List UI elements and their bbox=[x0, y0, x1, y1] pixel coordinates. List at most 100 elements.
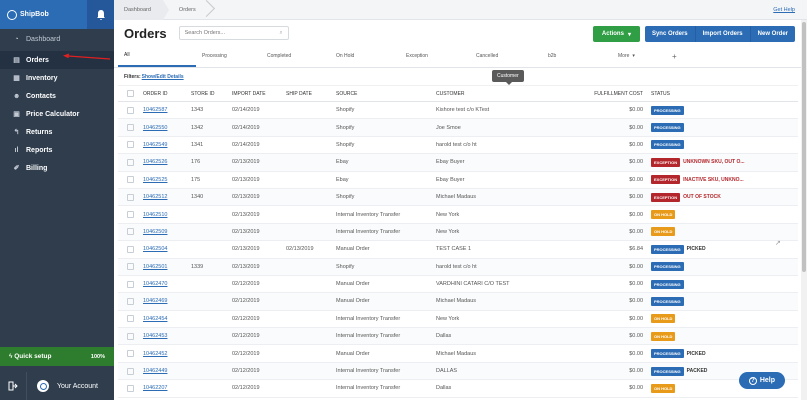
row-checkbox[interactable] bbox=[127, 367, 134, 375]
row-checkbox[interactable] bbox=[127, 350, 134, 358]
help-button[interactable]: ? Help bbox=[738, 372, 785, 389]
cell-order-id[interactable]: 10462526 bbox=[143, 153, 191, 172]
status-badge: PROCESSING bbox=[651, 262, 684, 272]
tab-completed[interactable]: Completed bbox=[261, 45, 330, 67]
breadcrumb-dashboard[interactable]: Dashboard bbox=[114, 0, 169, 20]
row-checkbox[interactable] bbox=[127, 280, 134, 288]
select-all-checkbox[interactable] bbox=[127, 90, 134, 97]
notifications-button[interactable] bbox=[87, 0, 114, 29]
row-checkbox[interactable] bbox=[127, 158, 134, 166]
table-row[interactable]: 10462452 02/12/2019 Manual Order Michael Ma… bbox=[118, 344, 798, 363]
cell-customer: Ebay Buyer bbox=[436, 171, 581, 189]
row-checkbox[interactable] bbox=[127, 315, 134, 323]
table-row[interactable]: 10462469 02/12/2019 Manual Order Michael Ma… bbox=[118, 292, 798, 311]
cell-order-id[interactable]: 10462510 bbox=[143, 205, 191, 224]
cell-order-id[interactable]: 10462453 bbox=[143, 327, 191, 346]
cell-order-id[interactable]: 10462525 bbox=[143, 171, 191, 189]
status-badge: ON HOLD bbox=[651, 383, 676, 393]
tab-processing[interactable]: Processing bbox=[196, 45, 261, 67]
table-row[interactable]: 10462510 02/13/2019 Internal Inventory Tra… bbox=[118, 205, 798, 224]
cell-order-id[interactable]: 10462512 bbox=[143, 188, 191, 207]
table-row[interactable]: 10462512 1340 02/13/2019 Shopify Michael Mad… bbox=[118, 188, 798, 207]
table-row[interactable]: 10462550 1342 02/14/2019 Shopify Joe Smoe $0.… bbox=[118, 118, 798, 137]
sidebar-item-inventory[interactable]: ▦ Inventory bbox=[0, 69, 114, 87]
column-header-order-id[interactable]: ORDER ID bbox=[143, 85, 191, 102]
table-row[interactable]: 10462526 176 02/13/2019 Ebay Ebay Buyer $0.00… bbox=[118, 153, 798, 172]
column-header-store-id[interactable]: STORE ID bbox=[191, 85, 232, 102]
cell-order-id[interactable]: 10462452 bbox=[143, 344, 191, 363]
row-checkbox[interactable] bbox=[127, 228, 134, 236]
tab-exception[interactable]: Exception bbox=[400, 45, 470, 67]
table-row[interactable]: 10462509 02/13/2019 Internal Inventory Tra… bbox=[118, 223, 798, 242]
column-header-import-date[interactable]: IMPORT DATE bbox=[232, 85, 286, 102]
account-label[interactable]: Your Account bbox=[57, 383, 98, 390]
tab-more[interactable]: More ▾ bbox=[612, 45, 666, 67]
table-row[interactable]: 10462454 02/12/2019 Internal Inventory Tra… bbox=[118, 310, 798, 329]
import-orders-button[interactable]: Import Orders bbox=[696, 26, 751, 42]
row-checkbox[interactable] bbox=[127, 297, 134, 305]
scrollbar-thumb[interactable] bbox=[802, 22, 806, 272]
get-help-link[interactable]: Get Help bbox=[773, 7, 795, 13]
table-row[interactable]: 10462525 175 02/13/2019 Ebay Ebay Buyer $0.00… bbox=[118, 171, 798, 189]
tab-on-hold[interactable]: On Hold bbox=[330, 45, 400, 67]
actions-dropdown-button[interactable]: Actions ▾ bbox=[592, 26, 640, 42]
column-header-status[interactable]: STATUS bbox=[651, 85, 798, 102]
cell-status: PROCESSING PICKED bbox=[651, 344, 798, 363]
column-header-ship-date[interactable]: SHIP DATE bbox=[286, 85, 336, 102]
row-checkbox[interactable] bbox=[127, 245, 134, 253]
cell-order-id[interactable]: 10462549 bbox=[143, 136, 191, 155]
quick-setup-bar[interactable]: ϟ Quick setup 100% bbox=[0, 347, 114, 366]
sidebar-item-returns[interactable]: ↰ Returns bbox=[0, 123, 114, 141]
new-order-button[interactable]: New Order bbox=[751, 26, 795, 42]
cell-order-id[interactable]: 10462470 bbox=[143, 275, 191, 294]
tab-cancelled[interactable]: Cancelled bbox=[470, 45, 542, 67]
cell-order-id[interactable]: 10462469 bbox=[143, 292, 191, 311]
cell-order-id[interactable]: 10462550 bbox=[143, 118, 191, 137]
row-checkbox[interactable] bbox=[127, 176, 134, 184]
sidebar-item-label: Price Calculator bbox=[26, 110, 80, 118]
row-checkbox[interactable] bbox=[127, 141, 134, 149]
column-header-customer[interactable]: CUSTOMER bbox=[436, 85, 581, 102]
sync-orders-button[interactable]: Sync Orders bbox=[645, 26, 696, 42]
cell-order-id[interactable]: 10462504 bbox=[143, 240, 191, 259]
sidebar-item-price-calculator[interactable]: ▣ Price Calculator bbox=[0, 105, 114, 123]
row-checkbox[interactable] bbox=[127, 263, 134, 271]
row-checkbox[interactable] bbox=[127, 211, 134, 219]
table-row[interactable]: 10462453 02/12/2019 Internal Inventory Tra… bbox=[118, 327, 798, 346]
sidebar-item-billing[interactable]: ✐ Billing bbox=[0, 159, 114, 177]
row-checkbox[interactable] bbox=[127, 124, 134, 132]
table-row[interactable]: 10462587 1343 02/14/2019 Shopify Kishore tes… bbox=[118, 101, 798, 120]
column-header-fulfillment-cost[interactable]: FULFILLMENT COST bbox=[581, 85, 651, 102]
row-checkbox[interactable] bbox=[127, 384, 134, 392]
column-header-source[interactable]: SOURCE bbox=[336, 85, 436, 102]
search-box[interactable]: ⌕ bbox=[178, 26, 289, 40]
cell-order-id[interactable]: 10462587 bbox=[143, 101, 191, 120]
show-edit-details-link[interactable]: Show/Edit Details bbox=[142, 74, 184, 80]
account-avatar[interactable] bbox=[37, 380, 49, 392]
cell-order-id[interactable]: 10462509 bbox=[143, 223, 191, 242]
table-row[interactable]: 10462501 1339 02/13/2019 Shopify harold test… bbox=[118, 258, 798, 276]
sidebar-item-dashboard[interactable]: ◔ Dashboard bbox=[0, 30, 114, 49]
row-checkbox[interactable] bbox=[127, 193, 134, 201]
cell-order-id[interactable]: 10462207 bbox=[143, 379, 191, 398]
cell-order-id[interactable]: 10462449 bbox=[143, 362, 191, 381]
cell-order-id[interactable]: 10462501 bbox=[143, 258, 191, 276]
table-row[interactable]: 10462449 02/12/2019 Internal Inventory Tra… bbox=[118, 362, 798, 381]
search-input[interactable] bbox=[184, 30, 265, 36]
add-tab-button[interactable]: + bbox=[666, 45, 677, 67]
sidebar-item-contacts[interactable]: ☻ Contacts bbox=[0, 87, 114, 105]
table-row[interactable]: 10462504 02/13/2019 02/13/2019 Manual Order… bbox=[118, 240, 798, 259]
tab-b2b[interactable]: b2b bbox=[542, 45, 612, 67]
table-row[interactable]: 10462207 02/12/2019 Internal Inventory Tra… bbox=[118, 379, 798, 398]
tab-all[interactable]: All bbox=[118, 45, 196, 67]
cell-order-id[interactable]: 10462454 bbox=[143, 310, 191, 329]
search-icon[interactable]: ⌕ bbox=[280, 30, 283, 37]
edit-icon[interactable]: ↗ bbox=[775, 239, 781, 247]
brand-logo[interactable]: ShipBob bbox=[7, 9, 49, 20]
table-row[interactable]: 10462470 02/12/2019 Manual Order VARDHINI C… bbox=[118, 275, 798, 294]
logout-button[interactable] bbox=[0, 372, 27, 400]
row-checkbox[interactable] bbox=[127, 106, 134, 114]
table-row[interactable]: 10462549 1341 02/14/2019 Shopify harold test… bbox=[118, 136, 798, 155]
sidebar-item-reports[interactable]: ıl Reports bbox=[0, 141, 114, 159]
row-checkbox[interactable] bbox=[127, 332, 134, 340]
